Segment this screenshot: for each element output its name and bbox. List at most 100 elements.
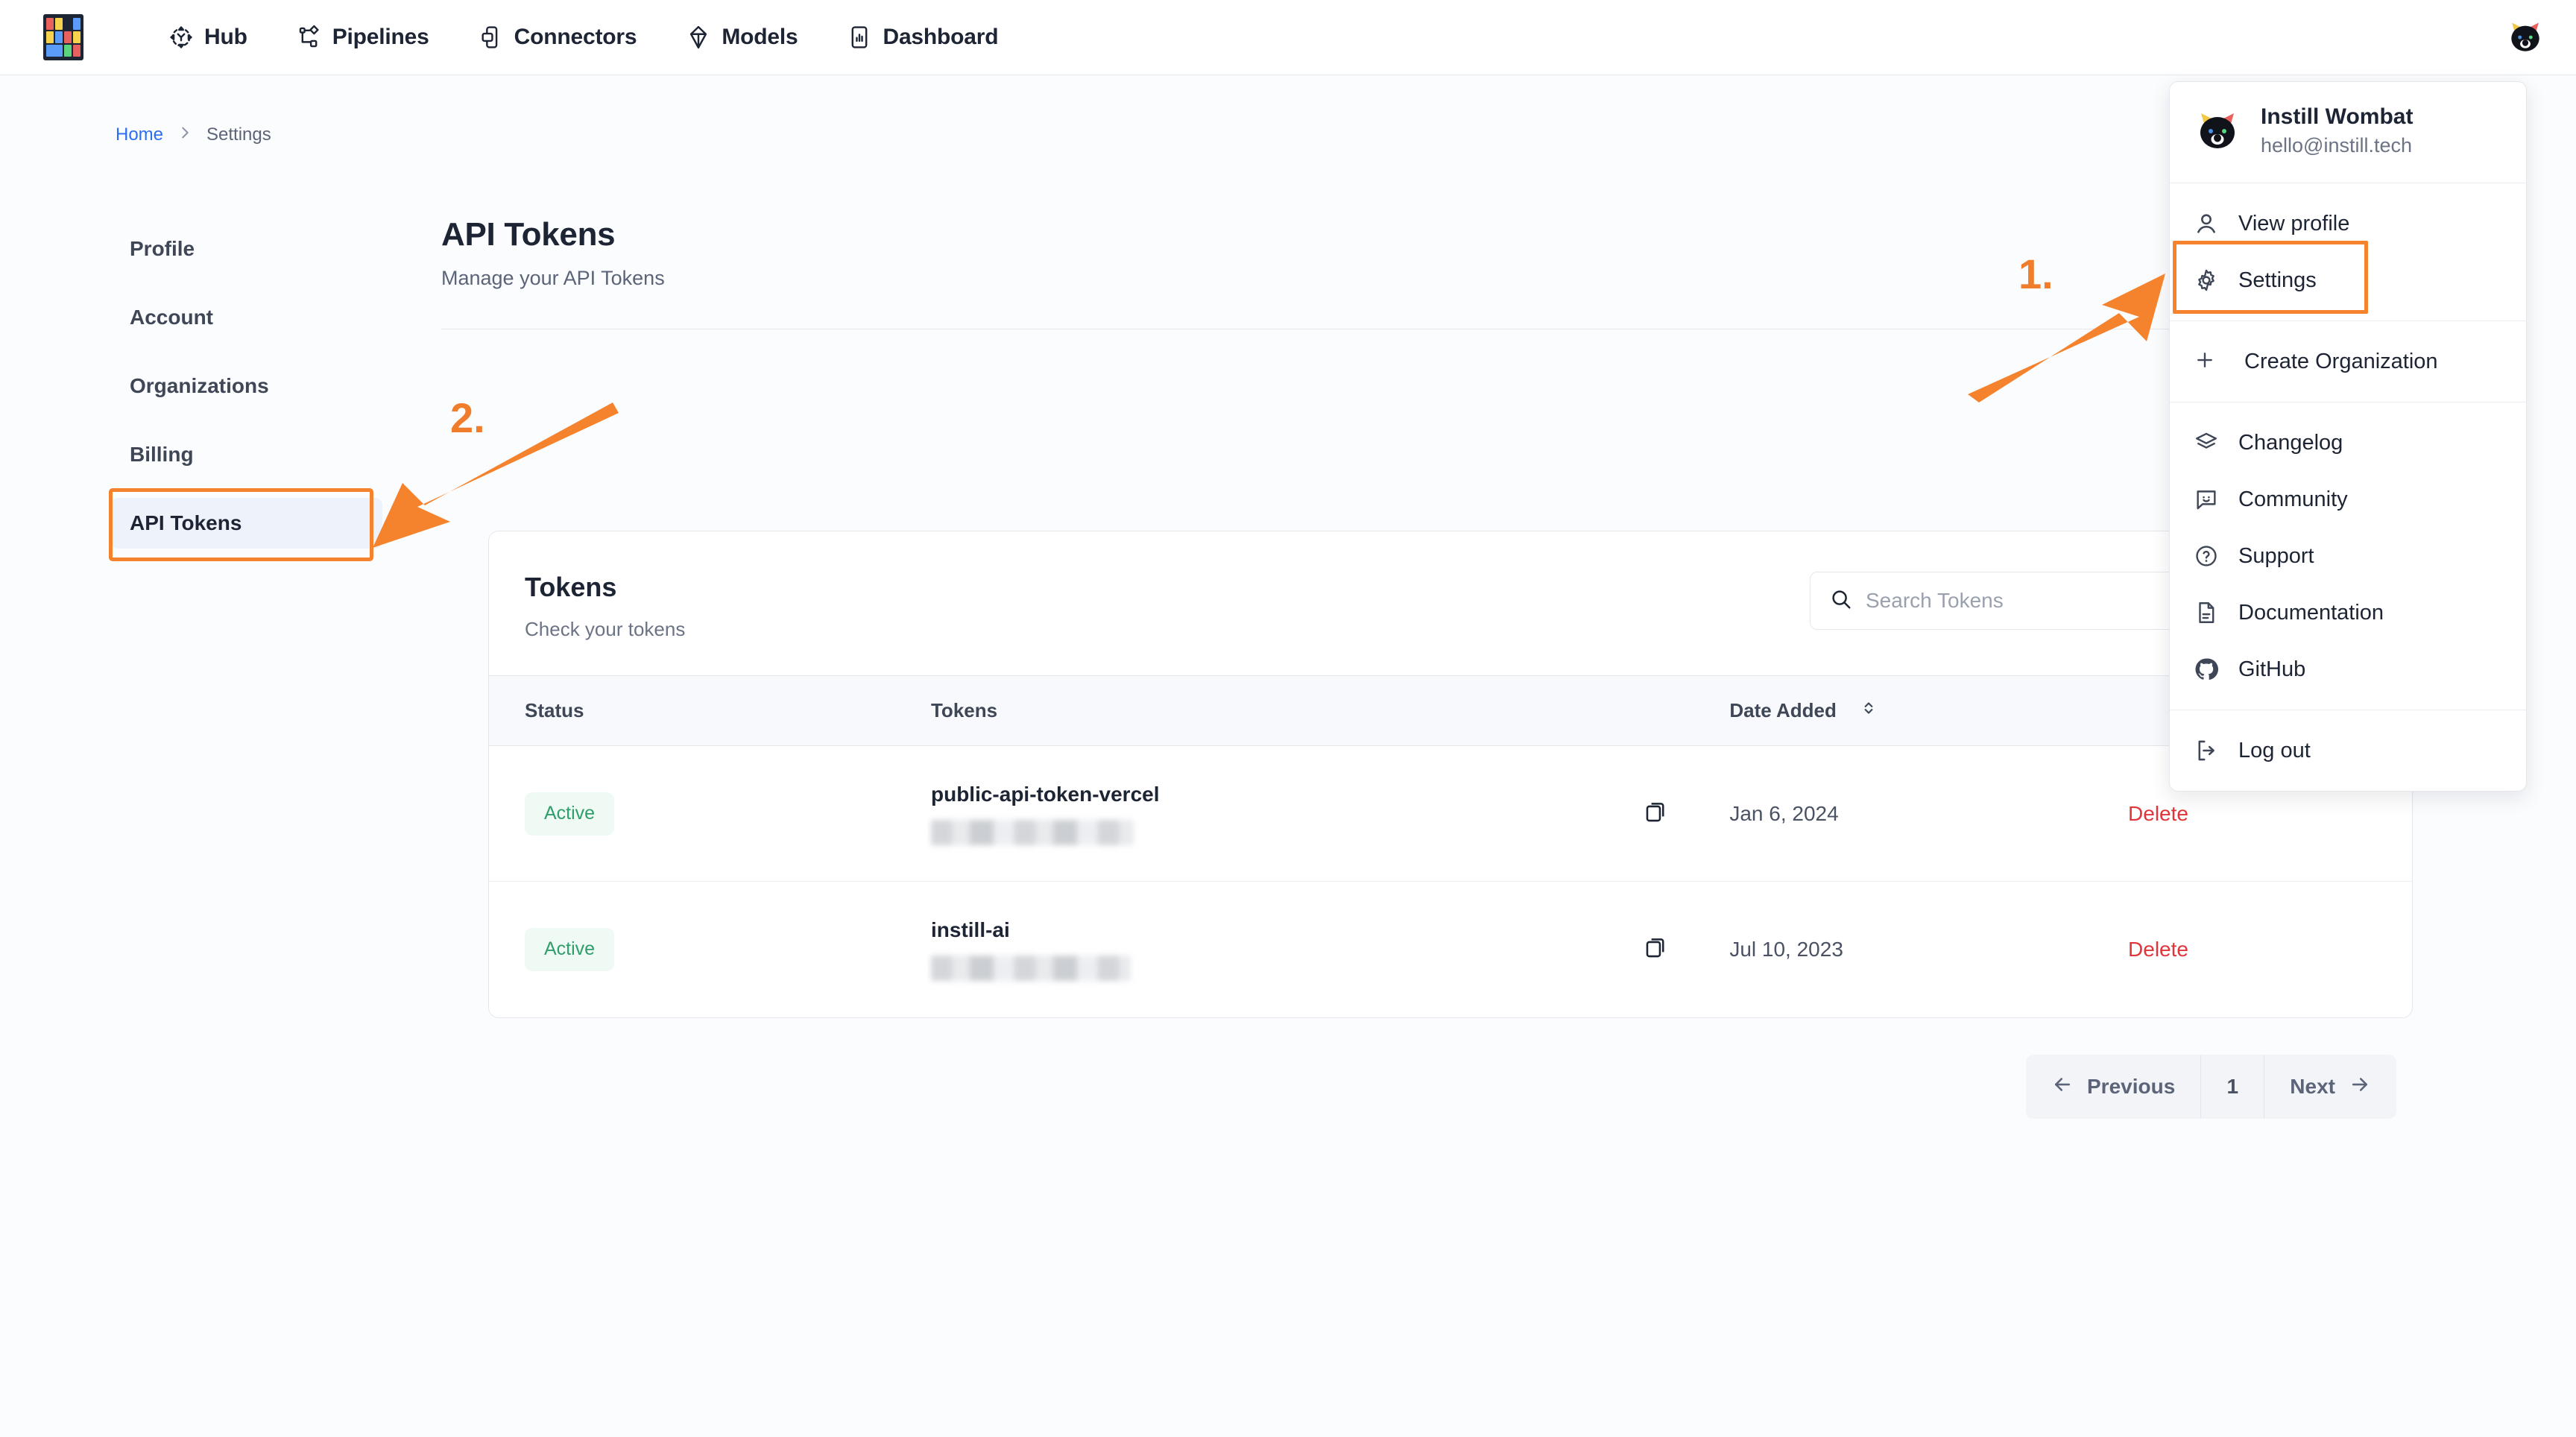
connectors-icon (479, 25, 504, 50)
column-header-status: Status (525, 699, 584, 721)
nav-item-label: Connectors (514, 25, 637, 49)
menu-item-support[interactable]: Support (2170, 528, 2526, 584)
settings-sidebar: Profile Account Organizations Billing AP… (110, 224, 382, 566)
copy-icon[interactable] (1644, 803, 1669, 827)
menu-item-settings[interactable]: Settings (2170, 252, 2526, 309)
menu-group-account: View profile Settings (2170, 183, 2526, 320)
token-name: instill-ai (930, 918, 1010, 941)
sidebar-item-label: Organizations (130, 374, 269, 397)
breadcrumb: Home Settings (116, 124, 271, 145)
menu-item-label: Documentation (2238, 600, 2384, 625)
layers-icon (2194, 430, 2219, 455)
tokens-table-body: Active public-api-token-vercel Jan 6, 20… (489, 745, 2412, 1017)
github-icon (2194, 657, 2219, 682)
nav-item-label: Dashboard (883, 25, 999, 49)
sidebar-item-billing[interactable]: Billing (110, 429, 382, 480)
chat-smile-icon (2194, 487, 2219, 512)
annotation-arrow-2 (373, 402, 619, 548)
sidebar-item-label: Account (130, 306, 213, 329)
tokens-table: Status Tokens Date Added Active public-a… (489, 675, 2412, 1017)
nav-item-label: Pipelines (332, 25, 429, 49)
user-avatar-button[interactable] (2506, 18, 2545, 57)
menu-item-view-profile[interactable]: View profile (2170, 195, 2526, 252)
column-header-tokens: Tokens (930, 699, 998, 721)
cell-status: Active (489, 745, 931, 882)
menu-item-label: Settings (2238, 268, 2317, 292)
next-label: Next (2290, 1075, 2335, 1098)
next-page-button[interactable]: Next (2264, 1055, 2396, 1119)
menu-group-resources: Changelog Community Support Documentatio… (2170, 402, 2526, 710)
user-icon (2194, 211, 2219, 236)
nav-item-connectors[interactable]: Connectors (462, 17, 654, 57)
column-header-date-label: Date Added (1729, 699, 1837, 721)
delete-button[interactable]: Delete (2128, 802, 2188, 825)
menu-item-github[interactable]: GitHub (2170, 641, 2526, 698)
arrow-left-icon (2051, 1073, 2074, 1101)
hub-icon (168, 25, 194, 50)
cell-copy (1644, 882, 1729, 1017)
status-badge: Active (525, 927, 615, 971)
pipelines-icon (297, 25, 322, 50)
cell-date-added: Jul 10, 2023 (1729, 937, 1843, 961)
menu-item-create-organization[interactable]: Create Organization (2170, 333, 2526, 390)
nav-item-dashboard[interactable]: Dashboard (830, 17, 1014, 57)
token-name: public-api-token-vercel (930, 782, 1160, 806)
delete-button[interactable]: Delete (2128, 938, 2188, 961)
page-number-1[interactable]: 1 (2200, 1055, 2265, 1119)
column-header-copy (1644, 676, 1729, 746)
chevron-right-icon (177, 124, 193, 145)
annotation-step-1: 1. (2018, 250, 2053, 297)
nav-item-hub[interactable]: Hub (152, 17, 264, 57)
primary-nav: Hub Pipelines Connectors Models Dashboar… (152, 17, 1031, 57)
token-value-masked (930, 955, 1131, 981)
tokens-table-head: Status Tokens Date Added (489, 675, 2412, 746)
sidebar-item-api-tokens[interactable]: API Tokens (110, 498, 382, 549)
page-title: API Tokens (441, 216, 616, 253)
cell-copy (1644, 745, 1730, 882)
tokens-card-header: Tokens Check your tokens (489, 531, 2412, 675)
sidebar-item-profile[interactable]: Profile (110, 224, 382, 274)
question-circle-icon (2194, 543, 2219, 569)
table-header-row: Status Tokens Date Added (489, 675, 2412, 746)
menu-item-log-out[interactable]: Log out (2170, 722, 2526, 779)
menu-user-email: hello@instill.tech (2261, 134, 2413, 157)
instill-logo[interactable] (43, 14, 83, 60)
nav-item-pipelines[interactable]: Pipelines (280, 17, 446, 57)
sidebar-item-account[interactable]: Account (110, 292, 382, 343)
menu-group-organization: Create Organization (2170, 321, 2526, 402)
logo-wrap[interactable] (43, 14, 83, 60)
tokens-card-title: Tokens (525, 572, 617, 602)
dashboard-icon (847, 25, 872, 50)
menu-item-label: Create Organization (2244, 349, 2438, 373)
main-content-header: API Tokens Manage your API Tokens (441, 216, 2446, 329)
plus-icon (2194, 349, 2219, 374)
sidebar-item-label: API Tokens (130, 511, 242, 534)
arrow-right-icon (2349, 1073, 2371, 1101)
menu-item-label: Support (2238, 543, 2314, 568)
menu-item-documentation[interactable]: Documentation (2170, 584, 2526, 641)
nav-item-models[interactable]: Models (669, 17, 814, 57)
menu-item-changelog[interactable]: Changelog (2170, 414, 2526, 471)
cell-token: public-api-token-vercel (930, 745, 1644, 882)
breadcrumb-home[interactable]: Home (116, 124, 163, 145)
nav-item-label: Hub (204, 25, 247, 49)
avatar (2194, 107, 2241, 155)
copy-icon[interactable] (1644, 938, 1669, 963)
logout-icon (2194, 738, 2219, 763)
top-navbar: Hub Pipelines Connectors Models Dashboar… (0, 0, 2576, 75)
previous-page-button[interactable]: Previous (2026, 1055, 2200, 1119)
cell-action: Delete (2128, 882, 2412, 1017)
menu-item-label: Changelog (2238, 430, 2343, 455)
nav-item-label: Models (722, 25, 798, 49)
column-header-date-added[interactable]: Date Added (1729, 676, 2128, 746)
models-icon (686, 25, 711, 50)
table-row: Active public-api-token-vercel Jan 6, 20… (489, 745, 2412, 882)
sidebar-item-organizations[interactable]: Organizations (110, 361, 382, 411)
status-badge: Active (525, 792, 615, 836)
menu-item-community[interactable]: Community (2170, 471, 2526, 528)
tokens-card: Tokens Check your tokens Status Tokens D… (488, 531, 2413, 1018)
menu-user-profile: Instill Wombat hello@instill.tech (2170, 82, 2526, 183)
previous-label: Previous (2087, 1075, 2176, 1098)
cell-status: Active (489, 882, 931, 1017)
sort-icon[interactable] (1859, 698, 1878, 723)
